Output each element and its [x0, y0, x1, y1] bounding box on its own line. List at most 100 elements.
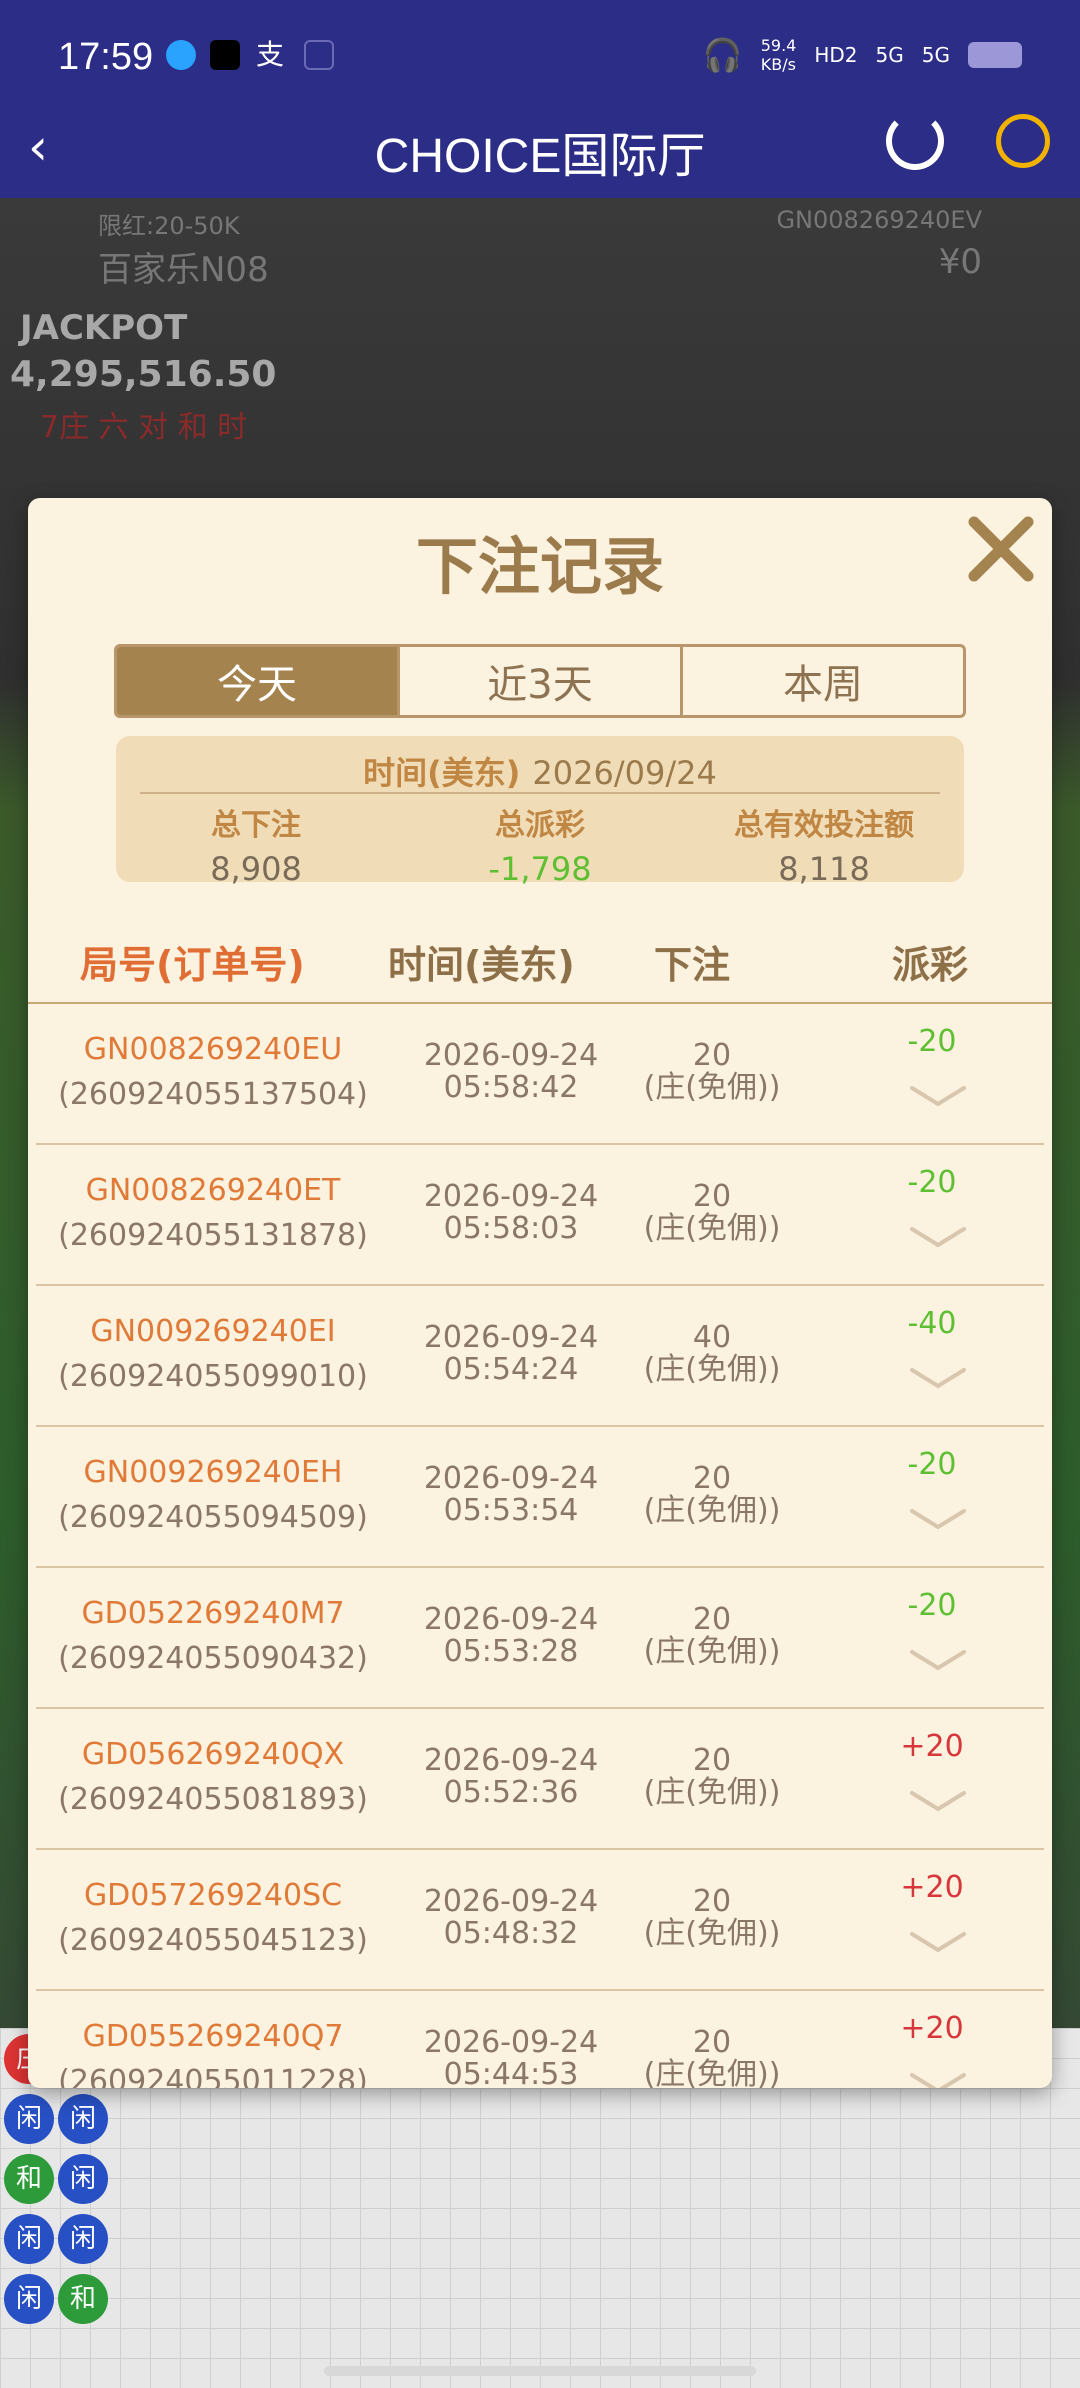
bet-time: 05:44:53 [443, 2057, 579, 2089]
table-row[interactable]: GD055269240Q7 (260924055011228) 2026-09-24… [36, 1991, 1044, 2088]
modal-title: 下注记录 [415, 530, 664, 603]
bet-type: (庄(免佣)) [643, 1634, 781, 1669]
roadmap-dot: 闲 [4, 2274, 54, 2324]
bet-time: 05:48:32 [443, 1916, 579, 1951]
network-speed: 59.4 KB/s [760, 36, 797, 74]
table-row[interactable]: GD056269240QX (260924055081893) 2026-09-24… [36, 1709, 1044, 1850]
balance: ¥0 [938, 242, 982, 282]
table-row[interactable]: GD057269240SC (260924055045123) 2026-09-24… [36, 1850, 1044, 1991]
table-row[interactable]: GN008269240ET (260924055131878) 2026-09-24… [36, 1145, 1044, 1286]
table-row[interactable]: GN009269240EH (260924055094509) 2026-09-24… [36, 1427, 1044, 1568]
bet-type: (庄(免佣)) [643, 1775, 781, 1810]
bet-date: 2026-09-24 [423, 1743, 599, 1778]
bet-type: (庄(免佣)) [643, 1211, 781, 1246]
payout-value: +20 [900, 1729, 964, 1764]
bet-type: (庄(免佣)) [643, 1070, 781, 1105]
order-id: (260924055099010) [58, 1359, 368, 1394]
total-payout-label: 总派彩 [495, 808, 585, 843]
battery-icon [968, 42, 1022, 68]
close-icon[interactable] [964, 512, 1038, 586]
chevron-down-icon[interactable] [908, 1364, 968, 1394]
round-id[interactable]: GD055269240Q7 [36, 2019, 390, 2054]
round-id[interactable]: GD057269240SC [36, 1878, 390, 1913]
header-time: 时间(美东) [388, 943, 575, 987]
roadmap-dot: 闲 [4, 2214, 54, 2264]
chevron-down-icon[interactable] [908, 1082, 968, 1112]
bet-type: (庄(免佣)) [643, 1493, 781, 1528]
bet-amount: 20 [692, 1884, 732, 1919]
date-value: 2026/09/24 [532, 754, 717, 792]
payout-value: +20 [900, 1870, 964, 1905]
chevron-down-icon[interactable] [908, 1646, 968, 1676]
order-id: (260924055131878) [58, 1218, 368, 1253]
order-id: (260924055094509) [58, 1500, 368, 1535]
total-valid: 总有效投注额 8,118 [684, 800, 964, 888]
payout-value: -20 [907, 1024, 957, 1059]
signal-5g-icon: 5G [875, 43, 904, 67]
roadmap-dot: 和 [58, 2274, 108, 2324]
bet-limit: 限红:20-50K [98, 212, 240, 240]
payout-value: -20 [907, 1447, 957, 1482]
app-bar: ‹ CHOICE国际厅 [0, 110, 1080, 198]
bet-date: 2026-09-24 [423, 2025, 599, 2060]
header-payout: 派彩 [892, 943, 969, 987]
bet-time: 05:53:28 [443, 1634, 579, 1669]
bet-type: (庄(免佣)) [643, 1916, 781, 1951]
signal-5g-icon-2: 5G [921, 43, 950, 67]
jackpot-label: JACKPOT [20, 308, 188, 348]
chevron-down-icon[interactable] [908, 1787, 968, 1817]
bet-time: 05:54:24 [443, 1352, 579, 1387]
round-id[interactable]: GN009269240EI [36, 1314, 390, 1349]
round-id[interactable]: GD056269240QX [36, 1737, 390, 1772]
bet-type: (庄(免佣)) [643, 1352, 781, 1387]
total-valid-label: 总有效投注额 [734, 808, 914, 843]
chevron-down-icon[interactable] [908, 1505, 968, 1535]
roadmap-dot: 闲 [4, 2094, 54, 2144]
bet-type: (庄(免佣)) [643, 2057, 781, 2089]
total-payout: 总派彩 -1,798 [400, 800, 680, 888]
date-range-tabs: 今天 近3天 本周 [114, 644, 966, 718]
table-row[interactable]: GD052269240M7 (260924055090432) 2026-09-24… [36, 1568, 1044, 1709]
order-id: (260924055137504) [58, 1077, 368, 1112]
round-id[interactable]: GN008269240EU [36, 1032, 390, 1067]
bet-record-modal: 下注记录 今天 近3天 本周 时间(美东) 2026/09/24 总下注 8,90… [28, 498, 1052, 2088]
total-bet-label: 总下注 [211, 808, 301, 843]
home-indicator[interactable] [324, 2366, 756, 2376]
bet-record-list: GN008269240EU (260924055137504) 2026-09-24… [28, 1004, 1052, 2088]
round-id[interactable]: GN008269240ET [36, 1173, 390, 1208]
total-payout-value: -1,798 [488, 850, 592, 888]
bet-amount: 20 [692, 1743, 732, 1778]
table-header: 局号(订单号) 时间(美东) 下注 派彩 [28, 934, 1052, 1000]
refresh-icon[interactable] [886, 112, 944, 170]
round-id[interactable]: GD052269240M7 [36, 1596, 390, 1631]
header-round-id: 局号(订单号) [80, 943, 305, 987]
customer-service-icon[interactable] [996, 114, 1050, 168]
tab-this-week[interactable]: 本周 [683, 647, 963, 715]
chevron-down-icon[interactable] [908, 2069, 968, 2088]
bet-amount: 20 [692, 1461, 732, 1496]
bet-date: 2026-09-24 [423, 1038, 599, 1073]
alipay-icon: 支 [256, 38, 285, 71]
header-bet: 下注 [654, 943, 731, 987]
order-id: (260924055045123) [58, 1923, 368, 1958]
bet-time: 05:53:54 [443, 1493, 579, 1528]
order-id: (260924055011228) [58, 2064, 368, 2088]
payout-value: -20 [907, 1165, 957, 1200]
roadmap-dot: 和 [4, 2154, 54, 2204]
status-bar: 17:59 支 🎧 59.4 KB/s HD2 5G 5G [0, 0, 1080, 118]
tab-3-days[interactable]: 近3天 [400, 647, 683, 715]
game-id: GN008269240EV [776, 206, 982, 234]
tab-today[interactable]: 今天 [117, 647, 400, 715]
total-valid-value: 8,118 [778, 850, 870, 888]
table-row[interactable]: GN009269240EI (260924055099010) 2026-09-24… [36, 1286, 1044, 1427]
round-id[interactable]: GN009269240EH [36, 1455, 390, 1490]
roadmap-dot: 闲 [58, 2094, 108, 2144]
table-row[interactable]: GN008269240EU (260924055137504) 2026-09-24… [36, 1004, 1044, 1145]
tiktok-icon [210, 40, 240, 70]
square-icon [304, 40, 334, 70]
roadmap-dot: 闲 [58, 2154, 108, 2204]
chevron-down-icon[interactable] [908, 1928, 968, 1958]
bet-amount: 40 [692, 1320, 732, 1355]
order-id: (260924055081893) [58, 1782, 368, 1817]
chevron-down-icon[interactable] [908, 1223, 968, 1253]
